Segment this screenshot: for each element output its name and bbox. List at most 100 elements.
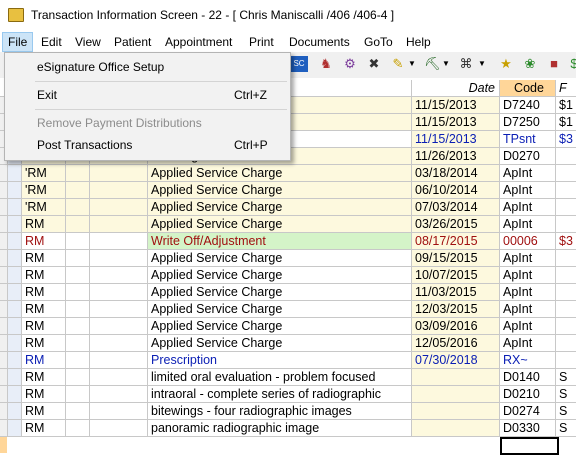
- user-icon[interactable]: ■: [546, 56, 562, 72]
- new-row-selector[interactable]: [0, 437, 7, 453]
- menu-print[interactable]: Print: [244, 32, 279, 52]
- table-row[interactable]: RM Applied Service Charge 12/03/2015 ApInt: [0, 301, 576, 318]
- table-row[interactable]: RM Applied Service Charge 12/05/2016 ApInt: [0, 335, 576, 352]
- date-cell: 08/17/2015: [412, 233, 500, 250]
- row-selector[interactable]: [0, 318, 8, 335]
- note-dropdown-icon[interactable]: ▼: [404, 56, 420, 72]
- row-selector[interactable]: [0, 199, 8, 216]
- date-cell: 03/26/2015: [412, 216, 500, 233]
- row-selector[interactable]: [0, 267, 8, 284]
- row-selector[interactable]: [0, 216, 8, 233]
- provider-cell: RM: [22, 352, 66, 369]
- tools-icon[interactable]: ✖: [366, 56, 382, 72]
- bug-icon[interactable]: ❀: [522, 56, 538, 72]
- menu-documents[interactable]: Documents: [284, 32, 355, 52]
- row-selector[interactable]: [0, 182, 8, 199]
- menu-edit[interactable]: Edit: [36, 32, 67, 52]
- column-b-cell: [66, 386, 90, 403]
- row-selector[interactable]: [0, 420, 8, 437]
- table-row[interactable]: RM Prescription 07/30/2018 RX~: [0, 352, 576, 369]
- column-b-cell: [66, 267, 90, 284]
- table-row[interactable]: 'RM Applied Service Charge 07/03/2014 ApInt: [0, 199, 576, 216]
- table-row[interactable]: RM limited oral evaluation - problem focu…: [0, 369, 576, 386]
- menu-help[interactable]: Help: [401, 32, 436, 52]
- fee-cell: [556, 301, 576, 318]
- description-cell: Prescription: [148, 352, 412, 369]
- menu-item-label: eSignature Office Setup: [37, 60, 165, 74]
- table-row[interactable]: RM Applied Service Charge 10/07/2015 ApInt: [0, 267, 576, 284]
- date-cell: [412, 369, 500, 386]
- row-selector[interactable]: [0, 250, 8, 267]
- date-cell: 11/03/2015: [412, 284, 500, 301]
- menu-patient[interactable]: Patient: [109, 32, 156, 52]
- fee-cell: [556, 352, 576, 369]
- row-selector[interactable]: [0, 352, 8, 369]
- menu-item-label: Post Transactions: [37, 138, 133, 152]
- network-icon[interactable]: ⌘: [458, 56, 474, 72]
- fee-header[interactable]: F: [556, 80, 576, 97]
- menu-exit[interactable]: Exit Ctrl+Z: [5, 85, 290, 105]
- column-a-cell: [8, 233, 22, 250]
- table-row[interactable]: RM Applied Service Charge 11/03/2015 ApInt: [0, 284, 576, 301]
- fee-cell: [556, 182, 576, 199]
- table-row[interactable]: RM Applied Service Charge 09/15/2015 ApInt: [0, 250, 576, 267]
- row-selector[interactable]: [0, 233, 8, 250]
- column-c-cell: [90, 250, 148, 267]
- menu-remove-payment-distributions: Remove Payment Distributions: [5, 113, 290, 133]
- column-a-cell: [8, 420, 22, 437]
- tree-dropdown-icon[interactable]: ▼: [438, 56, 454, 72]
- table-row[interactable]: RM Applied Service Charge 03/26/2015 ApInt: [0, 216, 576, 233]
- menu-view[interactable]: View: [70, 32, 106, 52]
- table-row[interactable]: RM panoramic radiographic image D0330 S: [0, 420, 576, 437]
- row-selector[interactable]: [0, 301, 8, 318]
- date-cell: 10/07/2015: [412, 267, 500, 284]
- row-selector[interactable]: [0, 335, 8, 352]
- schedule-icon[interactable]: ⚙: [342, 56, 358, 72]
- menu-goto[interactable]: GoTo: [359, 32, 398, 52]
- folder-icon: [8, 8, 24, 22]
- description-cell: Applied Service Charge: [148, 199, 412, 216]
- menu-separator: [35, 81, 287, 82]
- table-row[interactable]: RM intraoral - complete series of radiogr…: [0, 386, 576, 403]
- network-dropdown-icon[interactable]: ▼: [474, 56, 490, 72]
- table-row[interactable]: 'RM Applied Service Charge 06/10/2014 ApInt: [0, 182, 576, 199]
- provider-cell: RM: [22, 335, 66, 352]
- menu-file[interactable]: File: [2, 32, 34, 52]
- description-cell: Applied Service Charge: [148, 250, 412, 267]
- people-icon[interactable]: ♞: [318, 56, 334, 72]
- fee-cell: S: [556, 386, 576, 403]
- code-cell: D0330: [500, 420, 556, 437]
- column-b-cell: [66, 233, 90, 250]
- column-c-cell: [90, 165, 148, 182]
- table-row[interactable]: RM Write Off/Adjustment 08/17/2015 00006 $3: [0, 233, 576, 250]
- row-selector[interactable]: [0, 369, 8, 386]
- row-selector[interactable]: [0, 403, 8, 420]
- menu-appointment[interactable]: Appointment: [160, 32, 237, 52]
- menu-post-transactions[interactable]: Post Transactions Ctrl+P: [5, 135, 290, 155]
- row-selector[interactable]: [0, 165, 8, 182]
- description-cell: Applied Service Charge: [148, 182, 412, 199]
- code-header[interactable]: Code: [500, 80, 556, 97]
- table-row[interactable]: RM bitewings - four radiographic images D0…: [0, 403, 576, 420]
- code-cell: D0270: [500, 148, 556, 165]
- code-cell: ApInt: [500, 301, 556, 318]
- date-header[interactable]: Date: [412, 80, 500, 97]
- table-row[interactable]: RM Applied Service Charge 03/09/2016 ApInt: [0, 318, 576, 335]
- date-cell: 06/10/2014: [412, 182, 500, 199]
- column-a-cell: [8, 369, 22, 386]
- column-a-cell: [8, 318, 22, 335]
- table-row[interactable]: 'RM Applied Service Charge 03/18/2014 ApInt: [0, 165, 576, 182]
- row-selector[interactable]: [0, 284, 8, 301]
- menu-separator: [35, 109, 287, 110]
- column-a-cell: [8, 199, 22, 216]
- menu-item-label: Exit: [37, 88, 58, 102]
- menu-esignature-setup[interactable]: eSignature Office Setup: [5, 57, 290, 77]
- sc-icon[interactable]: SC: [290, 56, 308, 72]
- row-selector[interactable]: [0, 386, 8, 403]
- code-cell: ApInt: [500, 335, 556, 352]
- medal-icon[interactable]: ★: [498, 56, 514, 72]
- description-cell: Write Off/Adjustment: [148, 233, 412, 250]
- menu-item-label: Remove Payment Distributions: [37, 116, 202, 130]
- active-code-cell[interactable]: [500, 437, 559, 455]
- money-icon[interactable]: $: [566, 56, 576, 72]
